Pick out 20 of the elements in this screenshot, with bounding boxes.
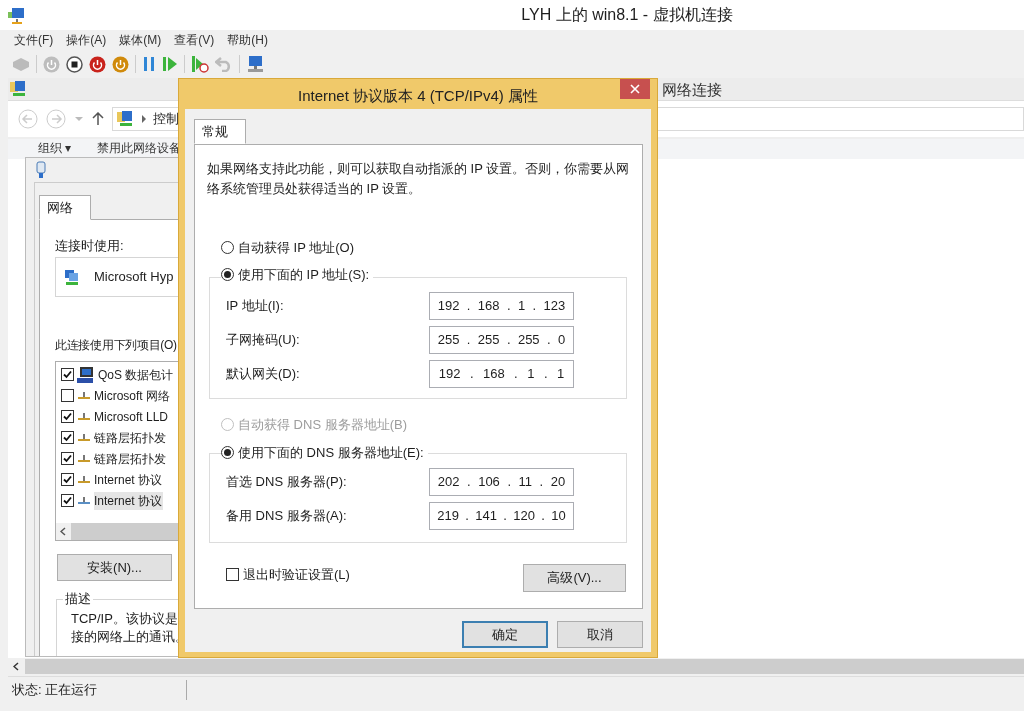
checkbox-label: 退出时验证设置(L): [243, 566, 350, 584]
label: 连接时使用:: [55, 237, 124, 255]
field-label: 子网掩码(U):: [226, 331, 300, 350]
window-title: 网络连接: [662, 80, 722, 100]
field-label: IP 地址(I):: [226, 297, 284, 316]
field-label: 首选 DNS 服务器(P):: [226, 473, 347, 492]
label: 此连接使用下列项目(O): [55, 337, 177, 354]
dialog-title: Internet 协议版本 4 (TCP/IPv4) 属性: [297, 86, 539, 106]
field-label: 默认网关(D):: [226, 365, 300, 384]
window-title: LYH 上的 win8.1 - 虚拟机连接: [521, 5, 733, 25]
status-text: 状态: 正在运行: [8, 680, 187, 700]
radio-label: 自动获得 IP 地址(O): [238, 239, 355, 257]
radio-label: 使用下面的 IP 地址(S):: [238, 266, 370, 284]
address-text: 控制: [153, 110, 179, 129]
intro-text: 如果网络支持此功能，则可以获取自动指派的 IP 设置。否则，你需要从网络系统管理员处获得适当的 IP 设置。: [207, 160, 631, 198]
radio-label: 使用下面的 DNS 服务器地址(E):: [238, 444, 424, 462]
adapter-name: Microsoft Hyp: [94, 268, 174, 287]
description-text: TCP/IP。该协议是: [71, 610, 179, 628]
field-label: 备用 DNS 服务器(A):: [226, 507, 347, 526]
radio-label: 自动获得 DNS 服务器地址(B): [238, 416, 407, 434]
